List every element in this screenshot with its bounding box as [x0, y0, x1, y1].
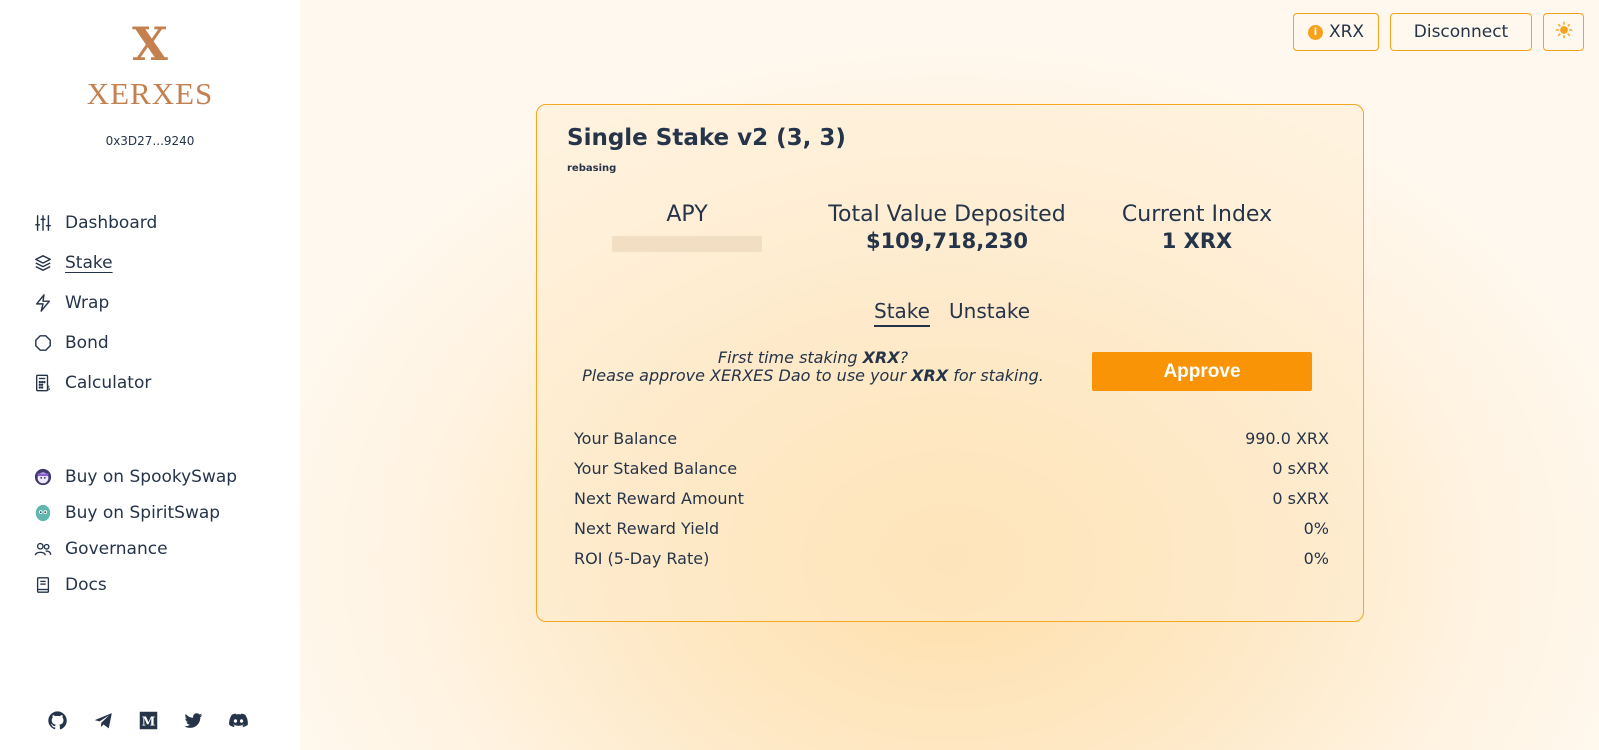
github-icon[interactable]	[45, 708, 69, 732]
tvd-label: Total Value Deposited	[828, 202, 1066, 227]
spookyswap-icon	[33, 467, 53, 487]
nav-label: Calculator	[65, 373, 152, 393]
tab-stake[interactable]: Stake	[874, 299, 930, 327]
sun-icon	[1555, 21, 1573, 44]
link-label: Governance	[65, 539, 168, 559]
row-label: ROI (5-Day Rate)	[574, 548, 710, 568]
nav-label: Stake	[65, 253, 113, 273]
row-value: 990.0 XRX	[1245, 428, 1329, 448]
layers-icon	[33, 253, 53, 273]
disconnect-label: Disconnect	[1413, 22, 1509, 42]
row-value: 0 sXRX	[1272, 458, 1329, 478]
index-value: 1 XRX	[1161, 229, 1233, 253]
book-icon	[33, 575, 53, 595]
tab-unstake[interactable]: Unstake	[949, 299, 1030, 323]
telegram-icon[interactable]	[91, 708, 115, 732]
wallet-address: 0x3D27...9240	[105, 134, 195, 148]
next-reward-yield-row: Next Reward Yield 0%	[574, 516, 1329, 540]
info-icon: i	[1307, 24, 1323, 40]
balance-row: Your Balance 990.0 XRX	[574, 426, 1329, 450]
token-label: XRX	[1328, 22, 1365, 42]
calculator-icon: $	[33, 373, 53, 393]
tvd-value: $109,718,230	[865, 229, 1029, 253]
svg-text:M: M	[141, 713, 155, 728]
index-label: Current Index	[1121, 202, 1273, 227]
nav-label: Dashboard	[65, 213, 158, 233]
next-reward-amount-row: Next Reward Amount 0 sXRX	[574, 486, 1329, 510]
logo-text[interactable]: XERXES	[0, 76, 300, 112]
approve-message-line1: First time staking XRX?	[717, 348, 909, 367]
approve-message-line2: Please approve XERXES Dao to use your XR…	[582, 366, 1044, 385]
spiritswap-icon	[33, 503, 53, 523]
sliders-icon	[33, 213, 53, 233]
row-value: 0 sXRX	[1272, 488, 1329, 508]
row-label: Your Balance	[574, 428, 678, 448]
link-label: Docs	[65, 575, 107, 595]
nav-item-calculator[interactable]: $ Calculator	[33, 369, 151, 397]
svg-text:$: $	[47, 385, 51, 392]
apy-loading-skeleton	[612, 236, 762, 252]
row-label: Next Reward Amount	[574, 488, 744, 508]
link-governance[interactable]: Governance	[33, 535, 168, 563]
apy-label: APY	[666, 202, 708, 227]
twitter-icon[interactable]	[181, 708, 205, 732]
link-label: Buy on SpiritSwap	[65, 503, 221, 523]
approve-button[interactable]: Approve	[1092, 352, 1312, 391]
nav-label: Wrap	[65, 293, 110, 313]
lightning-icon	[33, 293, 53, 313]
link-label: Buy on SpookySwap	[65, 467, 238, 487]
nav-item-bond[interactable]: Bond	[33, 329, 109, 357]
row-value: 0%	[1303, 548, 1329, 568]
theme-toggle-button[interactable]	[1543, 13, 1584, 51]
sidebar: X XERXES 0x3D27...9240 Dashboard Stake W	[0, 0, 300, 750]
card-subtitle: rebasing	[567, 163, 617, 174]
row-label: Your Staked Balance	[574, 458, 738, 478]
card-title: Single Stake v2 (3, 3)	[567, 125, 846, 151]
index-metric: Current Index 1 XRX	[1107, 202, 1287, 253]
nav-item-wrap[interactable]: Wrap	[33, 289, 109, 317]
medium-icon[interactable]: M	[136, 708, 160, 732]
logo-mark[interactable]: X	[0, 18, 300, 70]
tvd-metric: Total Value Deposited $109,718,230	[807, 202, 1087, 253]
link-docs[interactable]: Docs	[33, 571, 107, 599]
nav-label: Bond	[65, 333, 109, 353]
disconnect-button[interactable]: Disconnect	[1390, 13, 1532, 51]
row-value: 0%	[1303, 518, 1329, 538]
apy-metric: APY	[607, 202, 767, 252]
discord-icon[interactable]	[226, 708, 250, 732]
row-label: Next Reward Yield	[574, 518, 720, 538]
roi-row: ROI (5-Day Rate) 0%	[574, 546, 1329, 570]
nav-item-dashboard[interactable]: Dashboard	[33, 209, 157, 237]
link-spookyswap[interactable]: Buy on SpookySwap	[33, 463, 237, 491]
token-button[interactable]: i XRX	[1293, 13, 1379, 51]
bond-icon	[33, 333, 53, 353]
approve-message: First time staking XRX? Please approve X…	[537, 349, 1089, 385]
stake-card: Single Stake v2 (3, 3) rebasing APY Tota…	[536, 104, 1364, 622]
link-spiritswap[interactable]: Buy on SpiritSwap	[33, 499, 220, 527]
staked-balance-row: Your Staked Balance 0 sXRX	[574, 456, 1329, 480]
people-icon	[33, 539, 53, 559]
nav-item-stake[interactable]: Stake	[33, 249, 113, 277]
